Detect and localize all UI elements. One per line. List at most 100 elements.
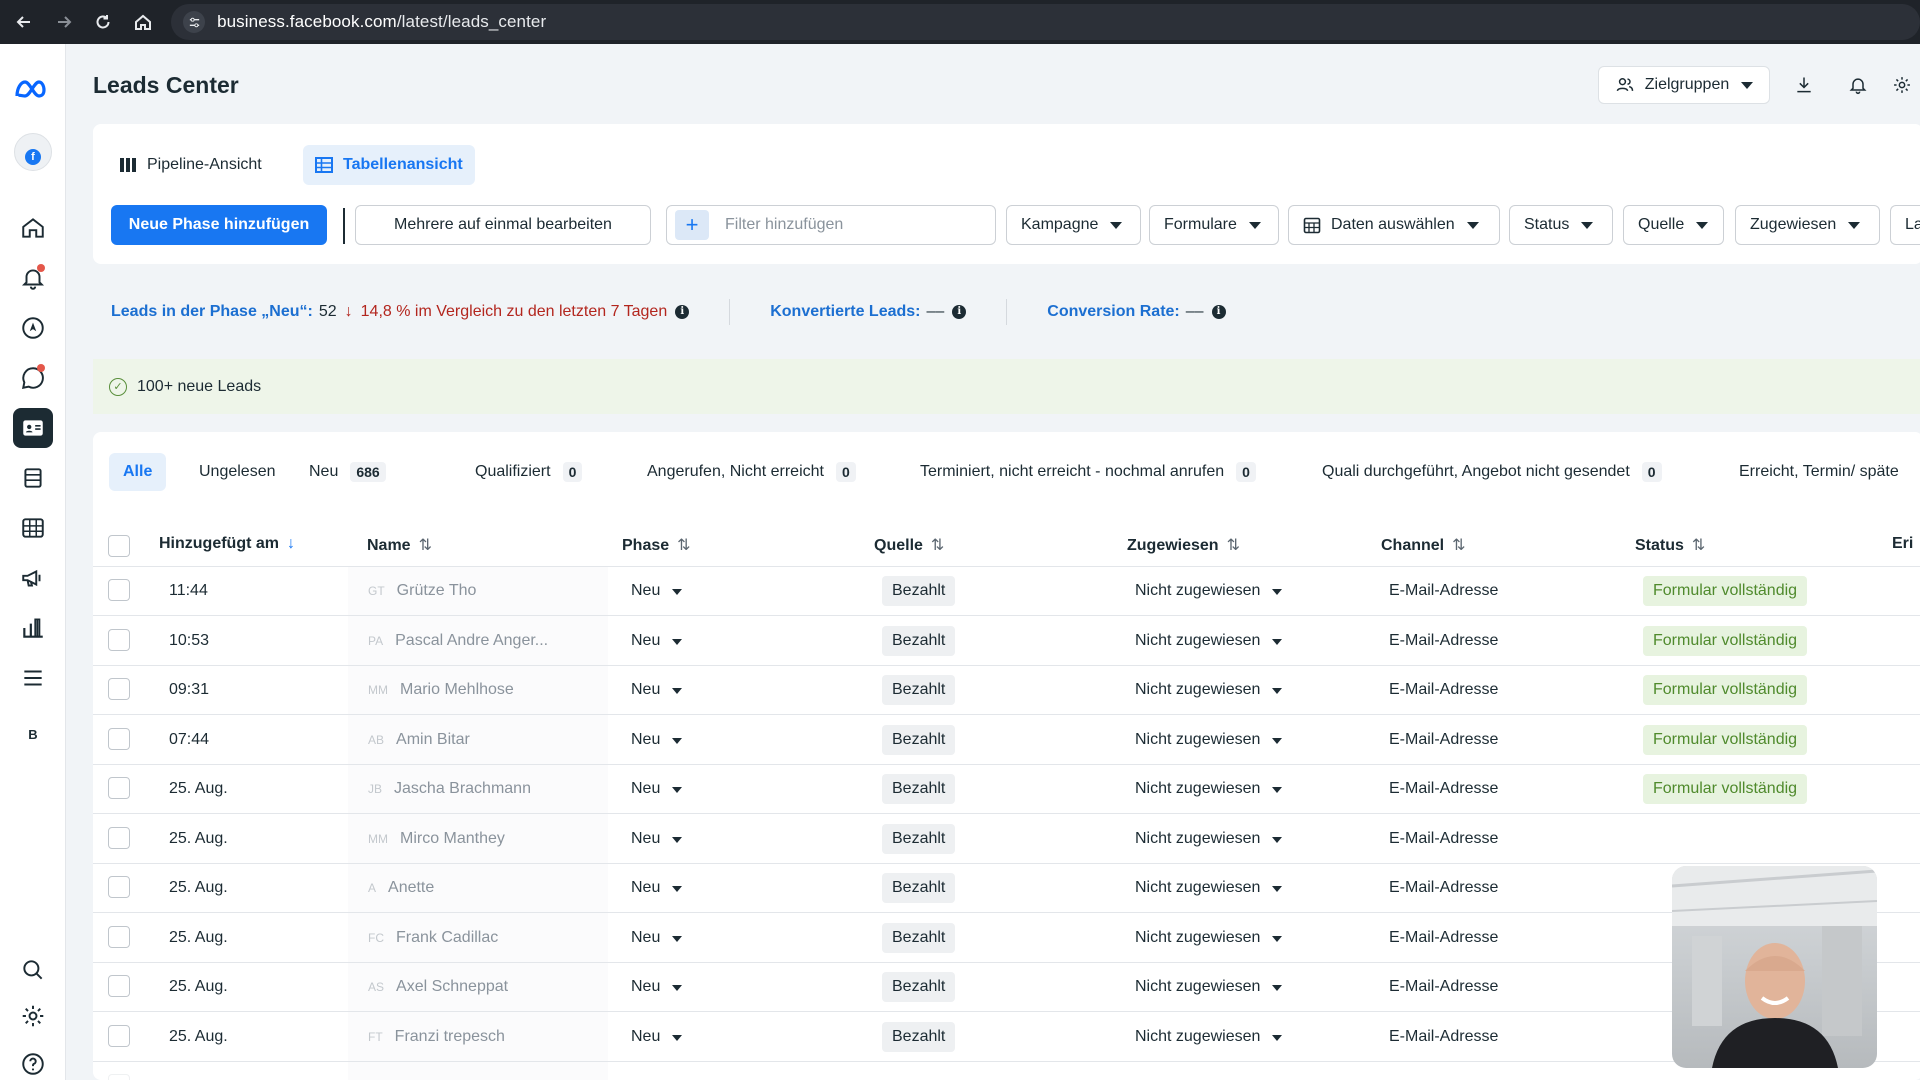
table-row[interactable]: 25. Aug. AS Axel Schneppat Neu Bezahlt Nicht … xyxy=(93,963,1920,1012)
tab-phase-new[interactable]: Neu 686 xyxy=(295,453,400,491)
row-checkbox[interactable] xyxy=(108,579,130,601)
notifications-button[interactable] xyxy=(1836,66,1880,104)
phase-dropdown[interactable]: Neu xyxy=(631,582,683,600)
select-all-checkbox[interactable] xyxy=(108,535,130,557)
filter-input[interactable]: + Filter hinzufügen xyxy=(666,205,996,245)
row-checkbox[interactable] xyxy=(108,628,130,651)
row-checkbox[interactable] xyxy=(108,975,130,997)
assigned-dropdown[interactable]: Nicht zugewiesen xyxy=(1135,632,1283,650)
status-dropdown[interactable]: Status xyxy=(1509,205,1613,245)
phase-dropdown[interactable]: Neu xyxy=(631,830,683,848)
sidebar-item-menu[interactable] xyxy=(13,658,53,698)
assigned-dropdown[interactable]: Nicht zugewiesen xyxy=(1135,978,1283,996)
sidebar-item-pages[interactable] xyxy=(13,458,53,498)
column-header-status[interactable]: Status ⇅ xyxy=(1635,535,1705,555)
phase-dropdown[interactable]: Neu xyxy=(631,632,683,650)
sidebar-item-inbox[interactable] xyxy=(13,358,53,398)
column-header-source[interactable]: Quelle ⇅ xyxy=(874,535,944,555)
tab-phase-scheduled-not-reached[interactable]: Terminiert, nicht erreicht - nochmal anr… xyxy=(906,453,1270,491)
lead-name-cell[interactable]: GT Grütze Tho xyxy=(368,582,476,600)
table-row[interactable]: 25. Aug. FC Frank Cadillac Neu Bezahlt Nicht … xyxy=(93,914,1920,963)
tab-table-view[interactable]: Tabellenansicht xyxy=(303,145,475,185)
info-icon[interactable]: i xyxy=(1211,304,1226,319)
column-header-more[interactable]: Eri xyxy=(1892,535,1913,553)
phase-dropdown[interactable]: Neu xyxy=(631,681,683,699)
sidebar-item-insights[interactable] xyxy=(13,608,53,648)
bulk-edit-button[interactable]: Mehrere auf einmal bearbeiten xyxy=(355,205,651,245)
assigned-dropdown[interactable]: Nicht zugewiesen xyxy=(1135,780,1283,798)
row-checkbox[interactable] xyxy=(108,925,130,948)
account-avatar[interactable]: f xyxy=(13,132,53,172)
row-checkbox[interactable] xyxy=(108,826,130,849)
info-icon[interactable]: i xyxy=(675,304,690,319)
assigned-dropdown[interactable]: Nicht zugewiesen xyxy=(1135,582,1283,600)
tab-phase-reached-appointment[interactable]: Erreicht, Termin/ späte xyxy=(1725,453,1913,491)
sidebar-item-table[interactable] xyxy=(13,508,53,548)
lead-name-cell[interactable]: JB Jascha Brachmann xyxy=(368,780,531,798)
tab-phase-unread[interactable]: Ungelesen xyxy=(185,453,290,491)
sidebar-item-help[interactable] xyxy=(13,1044,53,1080)
address-bar[interactable]: business.facebook.com/latest/leads_cente… xyxy=(171,4,1920,40)
row-checkbox[interactable] xyxy=(108,1074,130,1080)
sidebar-item-leads-center[interactable] xyxy=(13,408,53,448)
sidebar-item-business[interactable]: B xyxy=(13,714,53,754)
reload-button[interactable] xyxy=(86,4,122,40)
home-button[interactable] xyxy=(125,4,161,40)
tab-pipeline-view[interactable]: Pipeline-Ansicht xyxy=(107,145,274,185)
new-leads-banner[interactable]: ✓ 100+ neue Leads xyxy=(93,359,1920,414)
assigned-dropdown[interactable]: Nicht zugewiesen xyxy=(1135,830,1283,848)
label-dropdown[interactable]: Label xyxy=(1890,205,1920,245)
add-phase-button[interactable]: Neue Phase hinzufügen xyxy=(111,205,327,245)
assigned-dropdown[interactable]: Nicht zugewiesen xyxy=(1135,681,1283,699)
plus-icon[interactable]: + xyxy=(675,210,709,240)
tab-phase-all[interactable]: Alle xyxy=(109,453,167,491)
row-checkbox[interactable] xyxy=(108,727,130,750)
table-row[interactable]: 25. Aug. JB Jascha Brachmann Neu Bezahlt Nich… xyxy=(93,765,1920,814)
settings-button[interactable] xyxy=(1884,66,1920,104)
row-checkbox[interactable] xyxy=(108,876,130,898)
tab-phase-qualified[interactable]: Qualifiziert 0 xyxy=(461,453,596,491)
table-row[interactable]: 07:44 AB Amin Bitar Neu Bezahlt Nicht zugewie… xyxy=(93,716,1920,765)
column-header-added[interactable]: Hinzugefügt am ↓ xyxy=(159,535,295,553)
meta-logo[interactable] xyxy=(13,70,53,110)
tab-phase-quali-done[interactable]: Quali durchgeführt, Angebot nicht gesend… xyxy=(1308,453,1676,491)
sidebar-item-ads[interactable] xyxy=(13,558,53,598)
sidebar-item-home[interactable] xyxy=(13,208,53,248)
lead-name-cell[interactable]: AS Axel Schneppat xyxy=(368,978,508,996)
row-checkbox[interactable] xyxy=(108,1024,130,1047)
back-button[interactable] xyxy=(6,4,42,40)
column-header-phase[interactable]: Phase ⇅ xyxy=(622,535,691,555)
source-dropdown[interactable]: Quelle xyxy=(1623,205,1724,245)
phase-dropdown[interactable]: Neu xyxy=(631,780,683,798)
table-row[interactable]: 25. Aug. MM Mirco Manthey Neu Bezahlt Nicht z… xyxy=(93,815,1920,864)
lead-name-cell[interactable]: MM Mirco Manthey xyxy=(368,830,505,848)
audience-dropdown[interactable]: Zielgruppen xyxy=(1598,66,1770,104)
select-data-dropdown[interactable]: Daten auswählen xyxy=(1288,205,1500,245)
table-row[interactable]: 25. Aug. FT Franzi trepesch Neu Bezahlt Nicht… xyxy=(93,1013,1920,1062)
table-row[interactable]: 10:53 PA Pascal Andre Anger... Neu Bezahlt Ni… xyxy=(93,617,1920,666)
forward-button[interactable] xyxy=(46,4,82,40)
lead-name-cell[interactable]: A Anette xyxy=(368,879,434,897)
column-header-name[interactable]: Name ⇅ xyxy=(367,535,432,555)
assigned-dropdown[interactable]: Zugewiesen xyxy=(1735,205,1880,245)
table-row[interactable]: 11:44 GT Grütze Tho Neu Bezahlt Nicht zugewie… xyxy=(93,567,1920,616)
assigned-dropdown[interactable]: Nicht zugewiesen xyxy=(1135,929,1283,947)
row-checkbox[interactable] xyxy=(108,678,130,700)
column-header-assigned[interactable]: Zugewiesen ⇅ xyxy=(1127,535,1240,555)
lead-name-cell[interactable]: MM Mario Mehlhose xyxy=(368,681,514,699)
info-icon[interactable]: i xyxy=(952,304,967,319)
forms-dropdown[interactable]: Formulare xyxy=(1149,205,1279,245)
phase-dropdown[interactable]: Neu xyxy=(631,929,683,947)
lead-name-cell[interactable]: FC Frank Cadillac xyxy=(368,929,498,947)
tab-phase-called-not-reached[interactable]: Angerufen, Nicht erreicht 0 xyxy=(633,453,870,491)
download-button[interactable] xyxy=(1782,66,1826,104)
sidebar-item-settings[interactable] xyxy=(13,996,53,1036)
lead-name-cell[interactable]: FT Franzi trepesch xyxy=(368,1028,505,1046)
lead-name-cell[interactable]: AB Amin Bitar xyxy=(368,731,470,749)
sidebar-item-explore[interactable] xyxy=(13,308,53,348)
sidebar-item-search[interactable] xyxy=(13,950,53,990)
row-checkbox[interactable] xyxy=(108,777,130,799)
phase-dropdown[interactable]: Neu xyxy=(631,731,683,749)
lead-name-cell[interactable]: PA Pascal Andre Anger... xyxy=(368,632,548,650)
phase-dropdown[interactable]: Neu xyxy=(631,978,683,996)
